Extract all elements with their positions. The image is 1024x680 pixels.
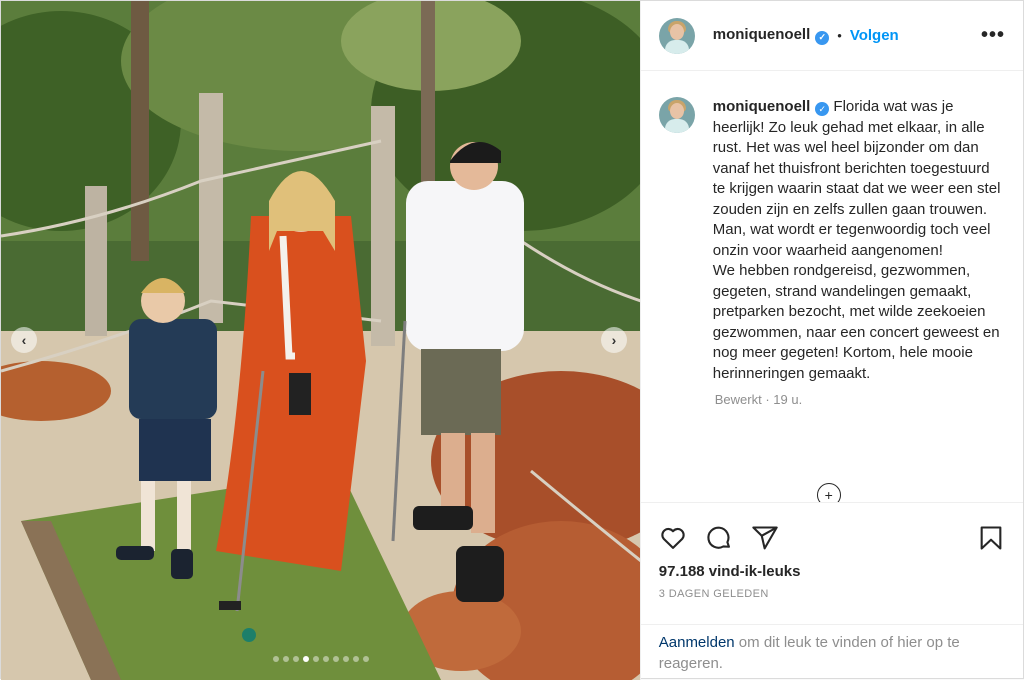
caption-avatar[interactable] — [658, 97, 695, 133]
login-link[interactable]: Aanmelden — [659, 634, 735, 651]
header-username[interactable]: moniquenoell ✓ — [713, 26, 830, 45]
avatar[interactable] — [658, 17, 695, 54]
carousel-dot — [333, 656, 339, 662]
carousel-prev-icon[interactable]: ‹ — [11, 327, 37, 353]
action-bar — [641, 503, 1023, 561]
instagram-post: ‹ › moniquenoell ✓ • Volgen ••• moniqueno… — [0, 0, 1024, 680]
caption-username[interactable]: moniquenoell — [713, 98, 811, 115]
post-date[interactable]: 3 DAGEN GELEDEN — [641, 588, 1023, 600]
comment-icon[interactable] — [705, 524, 733, 552]
carousel-dot — [353, 656, 359, 662]
caption-meta: Bewerkt · 19 u. — [714, 392, 803, 407]
load-more-comments-icon[interactable]: + — [816, 483, 841, 502]
carousel-dot — [343, 656, 349, 662]
caption-row: moniquenoell ✓ Florida wat was je heerlij… — [658, 97, 1005, 384]
caption-body: Florida wat was je heerlijk! Zo leuk geh… — [712, 98, 1001, 382]
follow-button[interactable]: Volgen — [850, 27, 899, 44]
verified-badge-icon: ✓ — [815, 102, 830, 117]
caption-text: moniquenoell ✓ Florida wat was je heerlij… — [713, 97, 1005, 384]
carousel-dot — [313, 656, 319, 662]
login-prompt: Aanmelden om dit leuk te vinden of hier … — [640, 624, 1023, 680]
carousel-dot — [293, 656, 299, 662]
likes-count[interactable]: 97.188 vind-ik-leuks — [641, 563, 1023, 580]
more-options-icon[interactable]: ••• — [981, 24, 1005, 47]
post-image[interactable]: ‹ › — [1, 1, 640, 680]
header-separator: • — [837, 28, 842, 43]
share-icon[interactable] — [751, 524, 779, 552]
caption-area: moniquenoell ✓ Florida wat was je heerlij… — [641, 71, 1023, 502]
carousel-dot — [273, 656, 279, 662]
carousel-dot — [283, 656, 289, 662]
heart-icon[interactable] — [659, 524, 687, 552]
carousel-indicator — [1, 656, 640, 662]
photo-illustration — [1, 1, 640, 680]
post-sidebar: moniquenoell ✓ • Volgen ••• moniquenoell ✓… — [639, 1, 1023, 680]
bookmark-icon[interactable] — [977, 524, 1005, 552]
actions-section: 97.188 vind-ik-leuks 3 DAGEN GELEDEN Aan… — [640, 502, 1023, 680]
carousel-dot — [303, 656, 309, 662]
verified-badge-icon: ✓ — [815, 30, 830, 45]
carousel-next-icon[interactable]: › — [601, 327, 627, 353]
carousel-dot — [323, 656, 329, 662]
carousel-dot — [363, 656, 369, 662]
post-header: moniquenoell ✓ • Volgen ••• — [640, 1, 1023, 71]
